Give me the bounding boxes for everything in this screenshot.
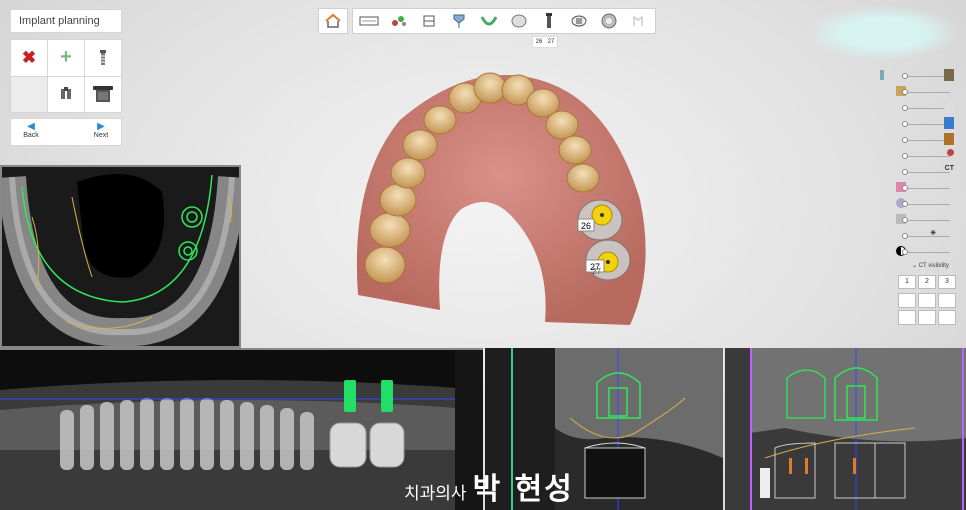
layout-thumb-2[interactable] — [918, 293, 936, 308]
slider-ct-opacity[interactable]: CT — [878, 164, 958, 180]
empty-tool-slot — [11, 76, 47, 112]
sleeve-small-icon — [944, 69, 954, 81]
implant-library-button[interactable] — [85, 40, 121, 76]
next-button[interactable]: ▶ Next — [83, 121, 119, 139]
abutment-icon — [61, 87, 71, 100]
blurred-logo-area — [808, 6, 958, 60]
slider-sleeve-opacity[interactable] — [878, 116, 958, 132]
tooth-badge: 26 27 — [532, 36, 558, 48]
layout-thumb-6[interactable] — [938, 310, 956, 325]
ct-view-button-2[interactable]: 2 — [918, 275, 936, 289]
tooth-badge-1: 26 — [535, 39, 543, 45]
workflow-toolbar — [318, 8, 656, 34]
step-navigation: ◀ Back ▶ Next — [10, 118, 122, 146]
watermark-name: 박 현성 — [472, 472, 574, 507]
home-icon — [325, 13, 341, 28]
segmentation-icon — [392, 16, 406, 26]
guide-icon — [571, 15, 587, 27]
step-segmentation[interactable] — [387, 11, 411, 31]
step-export[interactable] — [597, 11, 621, 31]
panel-title: Implant planning — [10, 9, 122, 33]
layout-thumb-1[interactable] — [898, 293, 916, 308]
back-button[interactable]: ◀ Back — [13, 121, 49, 139]
implant-small-icon — [880, 70, 884, 80]
export-icon — [601, 13, 617, 29]
home-button[interactable] — [318, 8, 348, 34]
ct-view-buttons: 1 2 3 — [898, 275, 956, 289]
arch-icon — [480, 16, 498, 26]
implant-label-26: 26 — [581, 221, 591, 231]
slider-implant-opacity[interactable] — [878, 68, 958, 84]
crown-small-icon — [944, 101, 954, 113]
sleeve-icon — [93, 86, 113, 103]
slider-nerve-opacity[interactable] — [878, 196, 958, 212]
visibility-controls: CT ☀ — [878, 68, 958, 260]
delete-implant-button[interactable]: ✖ — [11, 40, 47, 76]
ct-label: CT — [944, 165, 954, 172]
step-finish[interactable] — [627, 11, 651, 31]
crown-icon — [511, 14, 527, 28]
step-alignment[interactable] — [417, 11, 441, 31]
implant-step-icon — [546, 13, 552, 28]
ct-layout-thumbnails — [898, 293, 956, 325]
watermark-signature: 치과의사 박 현성 — [404, 464, 574, 508]
watermark-prefix: 치과의사 — [404, 484, 467, 504]
slider-abutment-opacity[interactable] — [878, 84, 958, 100]
brightness-icon: ☀ — [930, 230, 937, 237]
ct-visibility-toggle[interactable]: ⌄ CT visibility — [912, 262, 949, 269]
segment-small-icon — [947, 149, 954, 156]
layout-thumb-5[interactable] — [918, 310, 936, 325]
step-tooth-setup[interactable] — [447, 11, 471, 31]
step-panorama[interactable] — [357, 11, 381, 31]
finish-icon — [633, 15, 643, 26]
slider-guide-opacity[interactable] — [878, 132, 958, 148]
layout-thumb-4[interactable] — [898, 310, 916, 325]
add-implant-button[interactable]: + — [48, 40, 84, 76]
workflow-steps — [352, 8, 656, 34]
axial-ct-view[interactable] — [0, 165, 241, 348]
step-arch[interactable] — [477, 11, 501, 31]
arrow-left-icon: ◀ — [27, 121, 35, 132]
step-guide[interactable] — [567, 11, 591, 31]
panorama-icon — [359, 16, 379, 26]
slider-crown-opacity[interactable] — [878, 100, 958, 116]
slider-scan-opacity[interactable] — [878, 212, 958, 228]
slider-model-opacity[interactable] — [878, 180, 958, 196]
ct-view-button-3[interactable]: 3 — [938, 275, 956, 289]
bronze-sleeve-icon — [944, 133, 954, 145]
slider-brightness[interactable]: ☀ — [878, 228, 958, 244]
implant-label-27-shadow: 27 — [592, 267, 601, 276]
implant-tools-grid: ✖ + — [10, 39, 122, 113]
tooth-badge-2: 27 — [547, 39, 555, 45]
delete-icon: ✖ — [21, 47, 37, 67]
ct-visibility-label: CT visibility — [918, 263, 949, 269]
step-implant[interactable] — [537, 11, 561, 31]
chevron-down-icon: ⌄ — [912, 263, 918, 269]
layout-thumb-3[interactable] — [938, 293, 956, 308]
implant-icon — [100, 49, 106, 65]
tooth-setup-icon — [453, 14, 465, 28]
sleeve-button[interactable] — [85, 76, 121, 112]
alignment-icon — [423, 15, 435, 27]
next-label: Next — [93, 132, 109, 139]
abutment-button[interactable] — [48, 76, 84, 112]
cross-section-view-27[interactable] — [725, 348, 966, 510]
back-label: Back — [23, 132, 39, 139]
slider-contrast[interactable] — [878, 244, 958, 260]
dental-arch-model[interactable]: 26 27 27 — [340, 60, 670, 340]
blue-sleeve-icon — [944, 117, 954, 129]
step-crown[interactable] — [507, 11, 531, 31]
plus-icon: + — [60, 46, 72, 69]
arrow-right-icon: ▶ — [97, 121, 105, 132]
ct-view-button-1[interactable]: 1 — [898, 275, 916, 289]
slider-segment-opacity[interactable] — [878, 148, 958, 164]
